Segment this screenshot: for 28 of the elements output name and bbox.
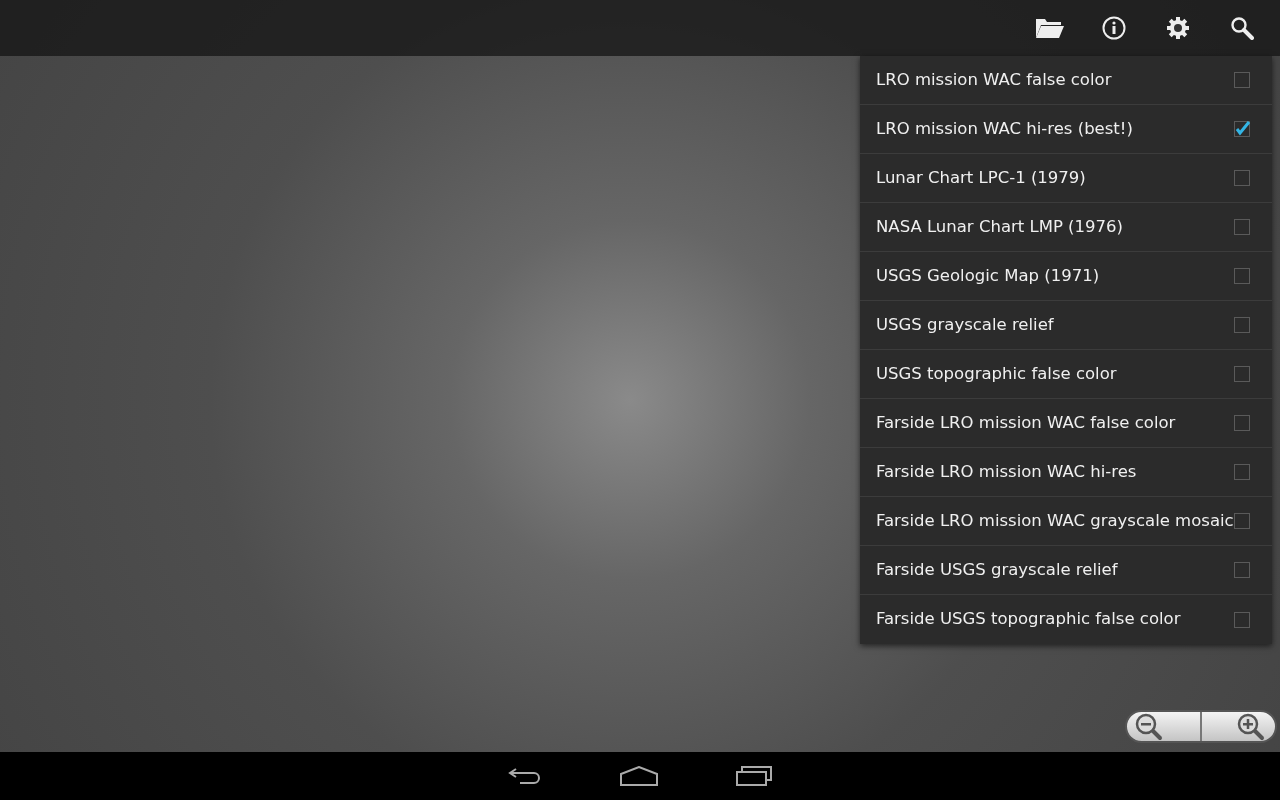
checkbox[interactable] [1234, 170, 1250, 186]
layer-menu-item[interactable]: Farside LRO mission WAC hi-res [860, 448, 1272, 497]
checkbox[interactable] [1234, 366, 1250, 382]
layer-menu-item[interactable]: LRO mission WAC hi-res (best!) [860, 105, 1272, 154]
layer-menu-item[interactable]: Farside LRO mission WAC grayscale mosaic [860, 497, 1272, 546]
layer-menu-item[interactable]: USGS grayscale relief [860, 301, 1272, 350]
checkbox[interactable] [1234, 268, 1250, 284]
checkbox[interactable] [1234, 513, 1250, 529]
layer-menu-item[interactable]: Farside USGS grayscale relief [860, 546, 1272, 595]
home-icon[interactable] [620, 766, 658, 786]
checkbox[interactable] [1234, 72, 1250, 88]
layer-menu-item[interactable]: Farside USGS topographic false color [860, 595, 1272, 644]
layer-menu-item[interactable]: NASA Lunar Chart LMP (1976) [860, 203, 1272, 252]
moon-map-image[interactable] [0, 0, 1280, 752]
checkbox[interactable] [1234, 562, 1250, 578]
checkbox[interactable] [1234, 464, 1250, 480]
layer-menu-item[interactable]: USGS Geologic Map (1971) [860, 252, 1272, 301]
checkbox[interactable] [1234, 415, 1250, 431]
checkbox[interactable] [1234, 121, 1250, 137]
checkbox[interactable] [1234, 611, 1250, 628]
checkbox[interactable] [1234, 219, 1250, 235]
layer-menu-item[interactable]: LRO mission WAC false color [860, 56, 1272, 105]
recent-apps-icon[interactable] [736, 766, 772, 786]
layer-menu-item[interactable]: Farside LRO mission WAC false color [860, 399, 1272, 448]
back-icon[interactable] [508, 765, 542, 787]
layer-menu-item[interactable]: Lunar Chart LPC-1 (1979) [860, 154, 1272, 203]
checkbox[interactable] [1234, 317, 1250, 333]
layer-menu-item[interactable]: USGS topographic false color [860, 350, 1272, 399]
